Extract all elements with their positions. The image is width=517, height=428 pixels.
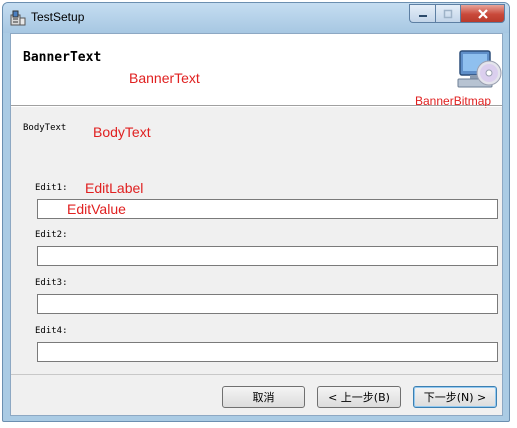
body-text: BodyText: [23, 123, 67, 133]
edit4-input[interactable]: [37, 342, 498, 362]
computer-cd-icon: [457, 50, 502, 88]
dialog-client-area: BannerText BannerText BannerBitmap BodyT…: [10, 33, 503, 416]
close-button[interactable]: [461, 4, 505, 23]
title-bar[interactable]: TestSetup: [3, 3, 509, 33]
banner-divider: [11, 106, 502, 107]
banner-title: BannerText: [23, 50, 102, 65]
minimize-icon: [418, 14, 427, 17]
installer-window: TestSetup BannerText BannerText BannerBi…: [2, 2, 510, 422]
edit3-input[interactable]: [37, 294, 498, 314]
window-title: TestSetup: [31, 10, 85, 24]
edit3-label: Edit3:: [35, 278, 68, 288]
edit-value-annotation: EditValue: [67, 201, 126, 217]
banner-text-annotation: BannerText: [129, 70, 200, 86]
edit-label-annotation: EditLabel: [85, 180, 144, 196]
edit4-label: Edit4:: [35, 326, 68, 336]
close-icon: [477, 8, 488, 19]
maximize-button[interactable]: [435, 4, 461, 23]
back-button[interactable]: < 上一步(B): [317, 386, 401, 408]
minimize-button[interactable]: [409, 4, 435, 23]
edit2-input[interactable]: [37, 246, 498, 266]
banner-area: BannerText BannerText BannerBitmap: [11, 34, 502, 108]
installer-app-icon: [10, 10, 26, 26]
edit1-label: Edit1:: [35, 183, 68, 193]
edit2-label: Edit2:: [35, 230, 68, 240]
caption-buttons: [409, 4, 505, 23]
footer-divider: [11, 374, 502, 375]
cancel-button[interactable]: 取消: [222, 386, 305, 408]
maximize-icon: [443, 9, 453, 18]
next-button[interactable]: 下一步(N) >: [413, 386, 497, 408]
body-text-annotation: BodyText: [93, 124, 151, 140]
